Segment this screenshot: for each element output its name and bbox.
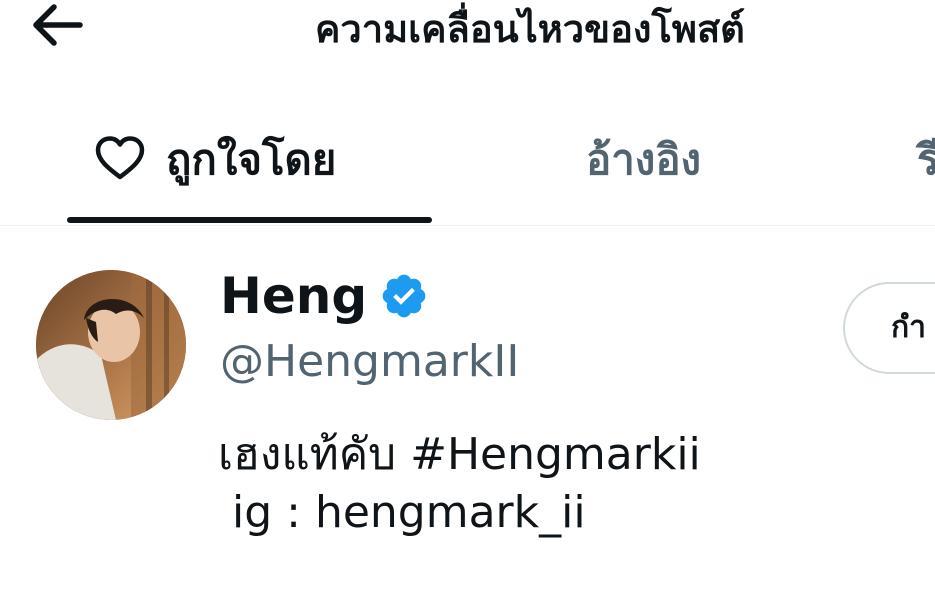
post-engagements-screen: ความเคลื่อนไหวของโพสต์ ถูกใจโดย อ้างอิง … bbox=[0, 0, 935, 591]
follow-button-label: กำ bbox=[891, 310, 927, 345]
display-name-row: Heng bbox=[220, 266, 429, 326]
heart-icon bbox=[94, 135, 146, 185]
tab-reposts[interactable]: รี bbox=[895, 110, 935, 224]
user-cell[interactable]: Heng @HengmarkII เฮงแท้คับ #Hengmarkii i… bbox=[0, 226, 935, 591]
engagement-tabs: ถูกใจโดย อ้างอิง รี bbox=[0, 110, 935, 226]
tab-label: รี bbox=[917, 135, 935, 184]
tab-liked-by[interactable]: ถูกใจโดย bbox=[67, 110, 432, 224]
user-handle: @HengmarkII bbox=[220, 336, 520, 387]
active-tab-indicator bbox=[67, 217, 432, 223]
user-bio: เฮงแท้คับ #Hengmarkii ig : hengmark_ii bbox=[218, 429, 701, 538]
arrow-left-icon bbox=[30, 3, 84, 51]
page-title: ความเคลื่อนไหวของโพสต์ bbox=[315, 7, 745, 51]
top-app-bar: ความเคลื่อนไหวของโพสต์ bbox=[0, 0, 935, 90]
back-button[interactable] bbox=[26, 2, 88, 52]
verified-badge-icon bbox=[379, 271, 429, 321]
tab-label: อ้างอิง bbox=[586, 135, 702, 184]
follow-button[interactable]: กำ bbox=[843, 282, 935, 374]
tab-label: ถูกใจโดย bbox=[166, 135, 337, 184]
tab-quotes[interactable]: อ้างอิง bbox=[560, 110, 770, 224]
avatar[interactable] bbox=[36, 270, 186, 420]
display-name: Heng bbox=[220, 267, 368, 325]
